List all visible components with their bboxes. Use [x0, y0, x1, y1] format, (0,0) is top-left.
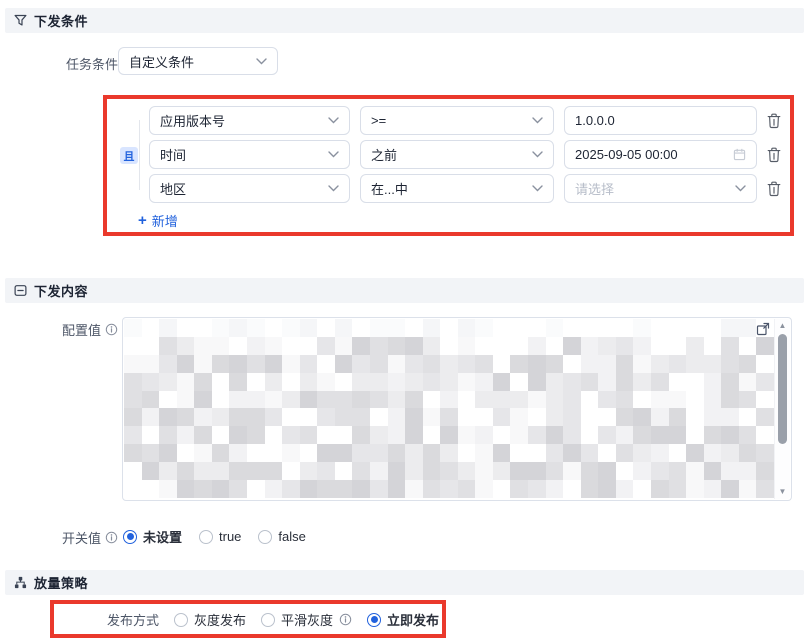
trash-icon [767, 181, 781, 197]
condition-value-input[interactable]: 1.0.0.0 [564, 106, 757, 135]
radio-label[interactable]: true [219, 529, 241, 544]
radio-icon[interactable] [174, 613, 188, 627]
config-value-editor[interactable]: ▲ ▼ [122, 317, 792, 501]
section-header-conditions: 下发条件 [5, 8, 804, 33]
delete-row-button[interactable] [765, 112, 782, 130]
task-condition-label-box: 任务条件 [0, 54, 118, 73]
logic-connector-line [139, 120, 140, 190]
section-header-content: 下发内容 [5, 278, 804, 303]
expand-icon[interactable] [756, 322, 770, 336]
config-value-label: 配置值 [62, 320, 101, 339]
radio-selected-icon[interactable] [367, 613, 381, 627]
task-condition-label: 任务条件 [66, 54, 118, 73]
chevron-down-icon [532, 185, 543, 192]
condition-operator-value: 之前 [371, 145, 397, 164]
radio-label[interactable]: 灰度发布 [194, 610, 246, 629]
section-title: 下发内容 [34, 281, 88, 300]
chevron-down-icon [735, 185, 746, 192]
condition-field-select[interactable]: 时间 [149, 140, 350, 169]
radio-icon[interactable] [258, 530, 272, 544]
filter-icon [14, 14, 27, 27]
chevron-down-icon [328, 117, 339, 124]
radio-option-false[interactable]: false [258, 529, 305, 544]
radio-option-unset[interactable]: 未设置 [123, 527, 182, 546]
radio-icon[interactable] [261, 613, 275, 627]
chevron-down-icon [328, 151, 339, 158]
radio-label[interactable]: false [278, 529, 305, 544]
condition-field-select[interactable]: 地区 [149, 174, 350, 203]
radio-option-true[interactable]: true [199, 529, 241, 544]
scrollbar-thumb[interactable] [778, 334, 787, 444]
add-condition-button[interactable]: + 新增 [138, 211, 178, 230]
condition-operator-value: >= [371, 113, 386, 128]
radio-icon[interactable] [199, 530, 213, 544]
task-condition-value: 自定义条件 [129, 52, 194, 71]
condition-field-value: 应用版本号 [160, 111, 225, 130]
radio-label[interactable]: 未设置 [143, 527, 182, 546]
content-card-icon [14, 284, 27, 297]
plus-icon: + [138, 213, 147, 228]
condition-value-placeholder: 请选择 [575, 179, 614, 198]
hierarchy-icon [14, 576, 27, 589]
info-circle-icon[interactable] [105, 531, 118, 544]
add-condition-label: 新增 [152, 211, 178, 230]
publish-method-row: 发布方式 灰度发布 平滑灰度 立即发布 [107, 610, 439, 629]
logic-and-badge: 且 [120, 147, 138, 164]
radio-option-smooth-gray[interactable]: 平滑灰度 [261, 610, 352, 629]
scroll-down-icon[interactable]: ▼ [775, 488, 790, 496]
condition-field-value: 地区 [160, 179, 186, 198]
editor-scrollbar[interactable]: ▲ ▼ [774, 319, 790, 499]
trash-icon [767, 113, 781, 129]
switch-value-label-box: 开关值 [0, 528, 118, 547]
radio-label[interactable]: 立即发布 [387, 610, 439, 629]
radio-selected-icon[interactable] [123, 530, 137, 544]
switch-value-label: 开关值 [62, 528, 101, 547]
info-circle-icon[interactable] [105, 323, 118, 336]
condition-operator-value: 在...中 [371, 179, 408, 198]
section-title: 下发条件 [34, 11, 88, 30]
condition-operator-select[interactable]: 之前 [360, 140, 554, 169]
chevron-down-icon [328, 185, 339, 192]
radio-option-gray-release[interactable]: 灰度发布 [174, 610, 246, 629]
publish-method-label: 发布方式 [107, 610, 159, 629]
condition-field-select[interactable]: 应用版本号 [149, 106, 350, 135]
chevron-down-icon [532, 117, 543, 124]
delete-row-button[interactable] [765, 146, 782, 164]
calendar-icon [733, 148, 746, 161]
chevron-down-icon [532, 151, 543, 158]
switch-value-radio-group: 未设置 true false [123, 527, 306, 546]
trash-icon [767, 147, 781, 163]
condition-value-text: 1.0.0.0 [575, 113, 615, 128]
config-mosaic [124, 319, 774, 498]
task-condition-select[interactable]: 自定义条件 [118, 47, 278, 75]
condition-operator-select[interactable]: 在...中 [360, 174, 554, 203]
condition-date-input[interactable]: 2025-09-05 00:00 [564, 140, 757, 169]
condition-value-select[interactable]: 请选择 [564, 174, 757, 203]
section-title: 放量策略 [34, 573, 88, 592]
chevron-down-icon [256, 58, 267, 65]
delete-row-button[interactable] [765, 180, 782, 198]
section-header-strategy: 放量策略 [5, 570, 804, 595]
config-value-label-box: 配置值 [0, 320, 118, 339]
scroll-up-icon[interactable]: ▲ [775, 322, 790, 330]
radio-label[interactable]: 平滑灰度 [281, 610, 333, 629]
condition-operator-select[interactable]: >= [360, 106, 554, 135]
info-circle-icon[interactable] [339, 613, 352, 626]
condition-date-value: 2025-09-05 00:00 [575, 147, 678, 162]
condition-field-value: 时间 [160, 145, 186, 164]
radio-option-immediate-release[interactable]: 立即发布 [367, 610, 439, 629]
